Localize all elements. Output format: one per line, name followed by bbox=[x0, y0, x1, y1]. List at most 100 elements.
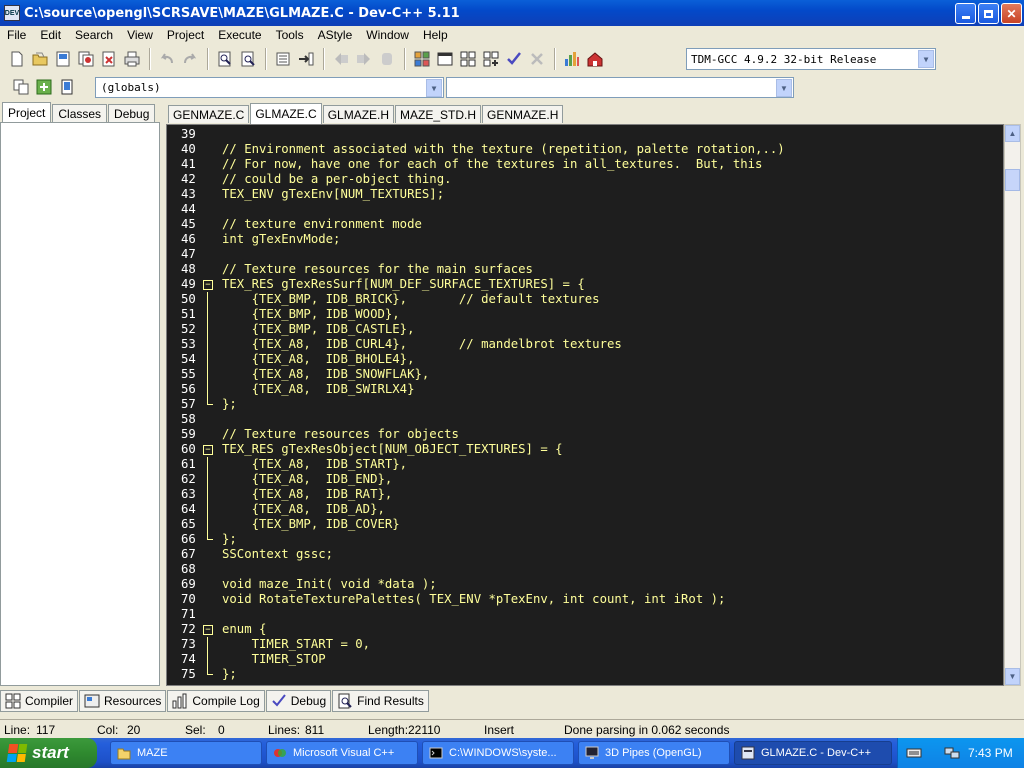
project-options-button[interactable] bbox=[56, 76, 78, 98]
scroll-thumb[interactable] bbox=[1005, 169, 1020, 191]
tab-classes[interactable]: Classes bbox=[52, 104, 108, 122]
code-line[interactable]: 52 {TEX_BMP, IDB_CASTLE}, bbox=[167, 322, 1003, 337]
taskbar-item-maze[interactable]: MAZE bbox=[110, 741, 262, 765]
new-file-button[interactable] bbox=[6, 48, 28, 70]
editor-tab[interactable]: GENMAZE.C bbox=[168, 105, 250, 123]
code-line[interactable]: 69 void maze_Init( void *data ); bbox=[167, 577, 1003, 592]
code-line[interactable]: 50 {TEX_BMP, IDB_BRICK}, // default text… bbox=[167, 292, 1003, 307]
code-line[interactable]: 53 {TEX_A8, IDB_CURL4}, // mandelbrot te… bbox=[167, 337, 1003, 352]
code-line[interactable]: 55 {TEX_A8, IDB_SNOWFLAK}, bbox=[167, 367, 1003, 382]
taskbar-item-cmd[interactable]: C:\WINDOWS\syste... bbox=[422, 741, 574, 765]
run-button[interactable] bbox=[434, 48, 456, 70]
taskbar-item-dev-cpp[interactable]: GLMAZE.C - Dev-C++ bbox=[734, 741, 892, 765]
compile-button[interactable] bbox=[411, 48, 433, 70]
chevron-down-icon[interactable]: ▼ bbox=[426, 79, 442, 97]
tab-debug[interactable]: Debug bbox=[108, 104, 156, 122]
code-line[interactable]: 56 {TEX_A8, IDB_SWIRLX4} bbox=[167, 382, 1003, 397]
close-button[interactable]: ✕ bbox=[1001, 3, 1022, 24]
code-line[interactable]: 54 {TEX_A8, IDB_BHOLE4}, bbox=[167, 352, 1003, 367]
menu-tools[interactable]: Tools bbox=[269, 28, 311, 42]
menu-project[interactable]: Project bbox=[160, 28, 211, 42]
next-page-button[interactable] bbox=[353, 48, 375, 70]
code-line[interactable]: 74 TIMER_STOP bbox=[167, 652, 1003, 667]
network-icon[interactable] bbox=[944, 745, 960, 761]
editor-tab-active[interactable]: GLMAZE.C bbox=[250, 103, 322, 124]
delete-profile-button[interactable] bbox=[584, 48, 606, 70]
profile-button[interactable] bbox=[561, 48, 583, 70]
code-line[interactable]: 45 // texture environment mode bbox=[167, 217, 1003, 232]
code-line[interactable]: 40 // Environment associated with the tex… bbox=[167, 142, 1003, 157]
fold-collapse-icon[interactable]: − bbox=[203, 280, 213, 290]
tab-project[interactable]: Project bbox=[2, 102, 52, 122]
tab-resources[interactable]: Resources bbox=[79, 690, 167, 712]
scroll-down-icon[interactable]: ▼ bbox=[1005, 668, 1020, 685]
code-line[interactable]: 48 // Texture resources for the main surf… bbox=[167, 262, 1003, 277]
keyboard-icon[interactable] bbox=[906, 745, 922, 761]
code-editor[interactable]: 39 40 // Environment associated with the t… bbox=[166, 124, 1004, 686]
code-line[interactable]: 73 TIMER_START = 0, bbox=[167, 637, 1003, 652]
code-line[interactable]: 68 bbox=[167, 562, 1003, 577]
start-button[interactable]: start bbox=[0, 738, 97, 768]
code-line[interactable]: 47 bbox=[167, 247, 1003, 262]
tab-compile-log[interactable]: Compile Log bbox=[167, 690, 265, 712]
tab-compiler[interactable]: Compiler bbox=[0, 690, 79, 712]
project-panel[interactable] bbox=[0, 122, 160, 686]
undo-button[interactable] bbox=[156, 48, 178, 70]
rebuild-button[interactable] bbox=[480, 48, 502, 70]
menu-execute[interactable]: Execute bbox=[211, 28, 268, 42]
code-line[interactable]: 42 // could be a per-object thing. bbox=[167, 172, 1003, 187]
code-line[interactable]: 70 void RotateTexturePalettes( TEX_ENV *p… bbox=[167, 592, 1003, 607]
stop-button[interactable] bbox=[526, 48, 548, 70]
code-line[interactable]: 43 TEX_ENV gTexEnv[NUM_TEXTURES]; bbox=[167, 187, 1003, 202]
taskbar-item-3d-pipes[interactable]: 3D Pipes (OpenGL) bbox=[578, 741, 730, 765]
compile-run-button[interactable] bbox=[457, 48, 479, 70]
scope-select[interactable]: (globals) ▼ bbox=[95, 77, 444, 98]
chevron-down-icon[interactable]: ▼ bbox=[918, 50, 934, 68]
syntax-check-button[interactable] bbox=[503, 48, 525, 70]
menu-view[interactable]: View bbox=[120, 28, 160, 42]
goto-button[interactable] bbox=[295, 48, 317, 70]
fold-collapse-icon[interactable]: − bbox=[203, 445, 213, 455]
menu-astyle[interactable]: AStyle bbox=[311, 28, 360, 42]
prev-page-button[interactable] bbox=[330, 48, 352, 70]
code-line[interactable]: 72− enum { bbox=[167, 622, 1003, 637]
open-file-button[interactable] bbox=[29, 48, 51, 70]
code-line[interactable]: 51 {TEX_BMP, IDB_WOOD}, bbox=[167, 307, 1003, 322]
code-line[interactable]: 44 bbox=[167, 202, 1003, 217]
taskbar-item-visual-cpp[interactable]: Microsoft Visual C++ bbox=[266, 741, 418, 765]
fold-collapse-icon[interactable]: − bbox=[203, 625, 213, 635]
close-file-button[interactable] bbox=[98, 48, 120, 70]
editor-tab[interactable]: GENMAZE.H bbox=[482, 105, 564, 123]
save-button[interactable] bbox=[52, 48, 74, 70]
code-line[interactable]: 60− TEX_RES gTexResObject[NUM_OBJECT_TEXT… bbox=[167, 442, 1003, 457]
minimize-button[interactable] bbox=[955, 3, 976, 24]
menu-help[interactable]: Help bbox=[416, 28, 455, 42]
find-button[interactable] bbox=[214, 48, 236, 70]
code-line[interactable]: 46 int gTexEnvMode; bbox=[167, 232, 1003, 247]
tab-debug-bottom[interactable]: Debug bbox=[265, 690, 332, 712]
menu-file[interactable]: File bbox=[0, 28, 33, 42]
redo-button[interactable] bbox=[179, 48, 201, 70]
indent-button[interactable] bbox=[272, 48, 294, 70]
editor-tab[interactable]: GLMAZE.H bbox=[322, 105, 395, 123]
chevron-down-icon[interactable]: ▼ bbox=[776, 79, 792, 97]
code-line[interactable]: 66}; bbox=[167, 532, 1003, 547]
code-line[interactable]: 62 {TEX_A8, IDB_END}, bbox=[167, 472, 1003, 487]
code-line[interactable]: 41 // For now, have one for each of the t… bbox=[167, 157, 1003, 172]
menu-edit[interactable]: Edit bbox=[33, 28, 68, 42]
add-to-project-button[interactable] bbox=[33, 76, 55, 98]
tab-find-results[interactable]: Find Results bbox=[332, 690, 429, 712]
code-line[interactable]: 59 // Texture resources for objects bbox=[167, 427, 1003, 442]
bookmark-button[interactable] bbox=[376, 48, 398, 70]
code-line[interactable]: 71 bbox=[167, 607, 1003, 622]
editor-tab[interactable]: MAZE_STD.H bbox=[395, 105, 482, 123]
code-line[interactable]: 64 {TEX_A8, IDB_AD}, bbox=[167, 502, 1003, 517]
replace-button[interactable] bbox=[237, 48, 259, 70]
code-line[interactable]: 39 bbox=[167, 127, 1003, 142]
code-line[interactable]: 67 SSContext gssc; bbox=[167, 547, 1003, 562]
function-select[interactable]: ▼ bbox=[446, 77, 794, 98]
code-line[interactable]: 75}; bbox=[167, 667, 1003, 682]
code-line[interactable]: 63 {TEX_A8, IDB_RAT}, bbox=[167, 487, 1003, 502]
code-line[interactable]: 65 {TEX_BMP, IDB_COVER} bbox=[167, 517, 1003, 532]
save-all-button[interactable] bbox=[75, 48, 97, 70]
